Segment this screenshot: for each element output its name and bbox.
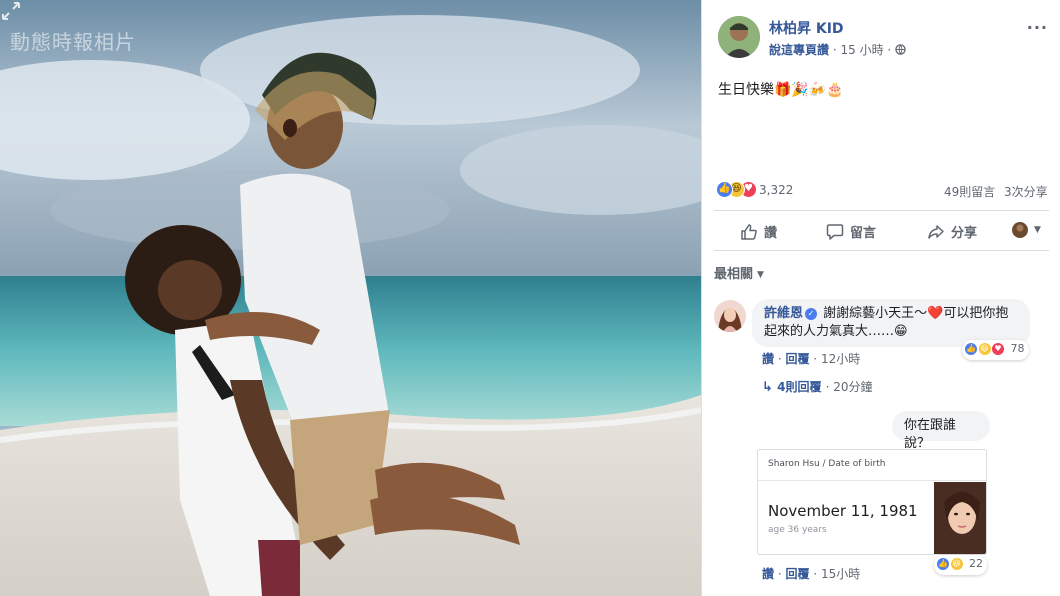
commenter-avatar[interactable] (714, 300, 746, 332)
share-button[interactable]: 分享 (927, 222, 977, 241)
post-actions: 讚 留言 分享 ▼ (714, 212, 1049, 250)
like-reaction-icon: 👍 (936, 557, 950, 571)
comment-sort-label: 最相關 (714, 267, 754, 282)
post-photo[interactable]: 動態時報相片 (0, 0, 701, 596)
post-time[interactable]: 15 小時 (840, 43, 883, 57)
profile-photo (934, 482, 986, 554)
photo-watermark: 動態時報相片 (10, 30, 136, 54)
commenter-name[interactable]: 許維恩 (764, 306, 803, 321)
reply-text: 你在跟誰說？ (904, 418, 957, 451)
share-icon (928, 224, 944, 239)
replies-time: 20分鐘 (833, 380, 873, 394)
view-replies-link[interactable]: ↳ 4則回覆 · 20分鐘 (762, 378, 873, 395)
thumbs-up-icon (741, 223, 757, 240)
comment-like-link[interactable]: 讚 (762, 567, 774, 581)
love-reaction-icon: ♥ (991, 342, 1005, 356)
post-text: 生日快樂🎁🎉🍻🎂 (718, 82, 844, 98)
comment-button-label: 留言 (850, 226, 877, 241)
more-options-icon[interactable]: ··· (1027, 18, 1048, 37)
haha-reaction-icon: 😆 (949, 557, 964, 571)
comment-time[interactable]: 12小時 (821, 352, 860, 366)
comment-like-link[interactable]: 讚 (762, 352, 774, 366)
like-button[interactable]: 讚 (740, 222, 777, 241)
comment-reply-link[interactable]: 回覆 (785, 567, 809, 581)
author-avatar[interactable] (718, 16, 760, 58)
comment-reaction-count: 78 (1010, 342, 1025, 355)
meta-separator: · (887, 43, 896, 57)
comment-reaction-count: 22 (969, 557, 983, 570)
comment-actions: 讚 · 回覆 · 15小時 (762, 567, 861, 581)
haha-reaction-icon: 😆 (977, 342, 992, 356)
verified-badge-icon: ✓ (805, 307, 818, 320)
page-like-link[interactable]: 說這專頁讚 (769, 43, 829, 57)
like-reaction-icon: 👍 (716, 181, 733, 198)
post-meta: 說這專頁讚 · 15 小時 · (769, 41, 906, 58)
birth-date: November 11, 1981 (768, 502, 918, 520)
comment-button[interactable]: 留言 (826, 222, 876, 241)
reply-arrow-icon: ↳ (762, 380, 773, 395)
age-label: age 36 years (768, 525, 827, 535)
reaction-count[interactable]: 3,322 (759, 183, 793, 197)
comment-time[interactable]: 15小時 (821, 567, 860, 581)
comment-reply-link[interactable]: 回覆 (785, 352, 809, 366)
like-button-label: 讚 (764, 226, 778, 241)
chevron-down-icon: ▼ (1034, 225, 1041, 235)
reply-bubble: 你在跟誰說？ (892, 411, 990, 451)
like-reaction-icon: 👍 (964, 342, 978, 356)
comment-reactions[interactable]: 👍 😆 22 (934, 555, 987, 575)
chevron-down-icon: ▼ (757, 269, 764, 280)
divider (758, 480, 986, 481)
comment-reactions[interactable]: 👍 😆 ♥ 78 (962, 340, 1029, 360)
divider (714, 250, 1049, 251)
share-button-label: 分享 (951, 226, 978, 241)
reply-image-attachment[interactable]: Sharon Hsu / Date of birth November 11, … (757, 449, 987, 555)
comment-count[interactable]: 49則留言 (944, 183, 995, 200)
reactions-summary: 👍 😆 ♥ 3,322 49則留言 3次分享 (716, 180, 1051, 202)
card-header: Sharon Hsu / Date of birth (768, 459, 886, 469)
author-name[interactable]: 林柏昇 KID (769, 18, 844, 38)
divider (714, 210, 1049, 211)
comment-actions: 讚 · 回覆 · 12小時 (762, 352, 861, 366)
page-avatar-icon (1012, 222, 1028, 238)
comment-icon (826, 223, 844, 240)
expand-icon[interactable] (0, 0, 22, 22)
share-as-selector[interactable]: ▼ (1012, 222, 1041, 238)
replies-count: 4則回覆 (777, 380, 822, 394)
post-panel: 林柏昇 KID 說這專頁讚 · 15 小時 · ··· 生日快樂🎁🎉🍻🎂 👍 😆… (701, 0, 1060, 596)
post-header: 林柏昇 KID 說這專頁讚 · 15 小時 · ··· (718, 16, 1048, 60)
beach-scene (0, 0, 701, 596)
globe-icon (895, 44, 906, 55)
comment-sort-dropdown[interactable]: 最相關 ▼ (714, 263, 764, 282)
share-count[interactable]: 3次分享 (1004, 183, 1048, 200)
